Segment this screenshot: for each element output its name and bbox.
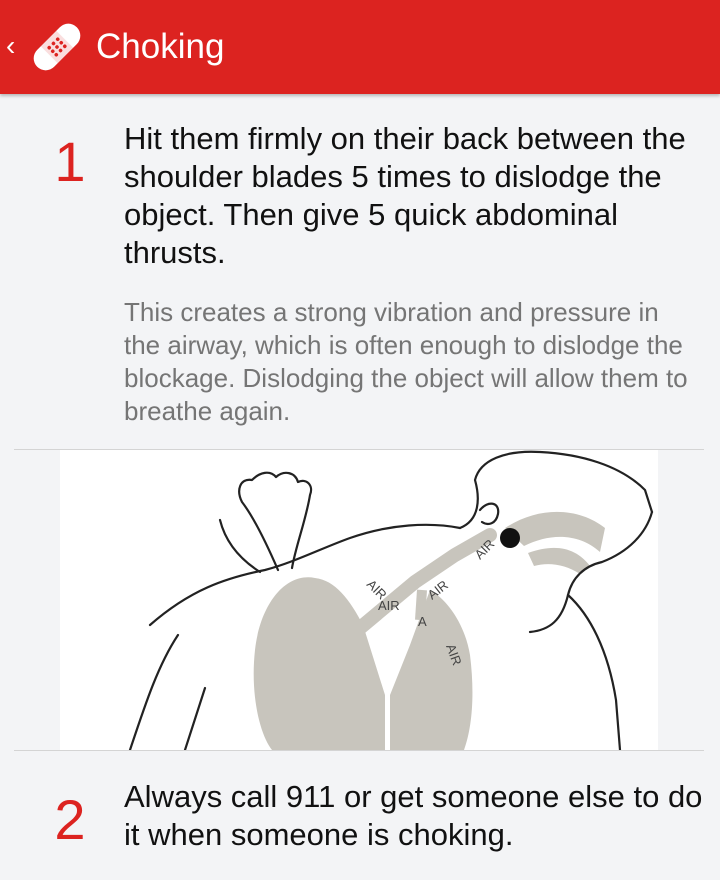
step-instruction: Always call 911 or get someone else to d… xyxy=(124,779,703,852)
step-number: 1 xyxy=(54,130,86,193)
app-bar: ‹ Choking xyxy=(0,0,720,94)
step-instruction: Hit them firmly on their back between th… xyxy=(124,121,686,270)
page-title: Choking xyxy=(96,27,225,66)
air-label: AIR xyxy=(378,598,400,613)
bandage-icon xyxy=(33,23,81,71)
chevron-left-icon[interactable]: ‹ xyxy=(6,28,15,64)
step-number: 2 xyxy=(54,788,86,851)
back-blow-illustration: AIR AIR AIR AIR AIR A xyxy=(60,450,658,750)
step-explanation: This creates a strong vibration and pres… xyxy=(124,297,688,426)
air-label: A xyxy=(418,614,427,629)
divider xyxy=(14,750,704,751)
